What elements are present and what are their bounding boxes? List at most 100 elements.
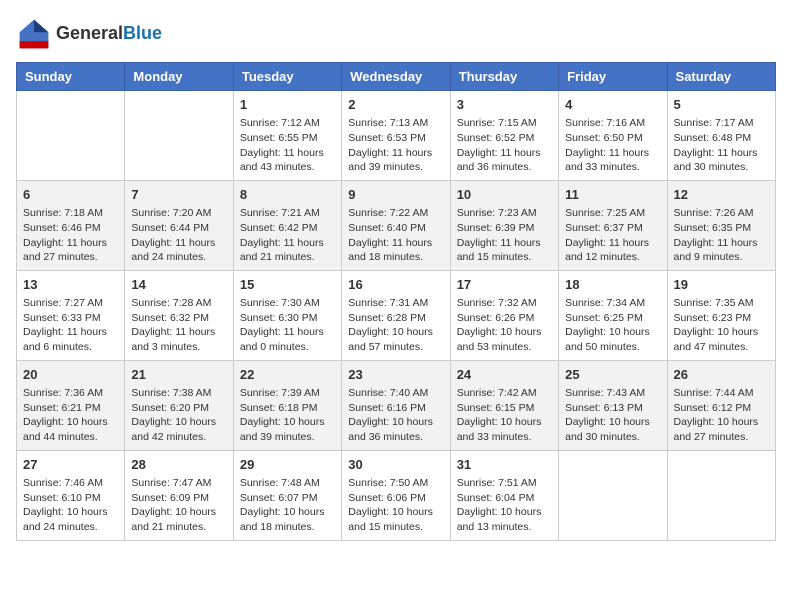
- day-number: 25: [565, 366, 660, 384]
- cell-content: Sunrise: 7:28 AM Sunset: 6:32 PM Dayligh…: [131, 296, 226, 355]
- day-number: 17: [457, 276, 552, 294]
- calendar-cell: 12 Sunrise: 7:26 AM Sunset: 6:35 PM Dayli…: [667, 180, 775, 270]
- cell-content: Sunrise: 7:43 AM Sunset: 6:13 PM Dayligh…: [565, 386, 660, 445]
- cell-content: Sunrise: 7:26 AM Sunset: 6:35 PM Dayligh…: [674, 206, 769, 265]
- day-number: 3: [457, 96, 552, 114]
- calendar-cell: 20Sunrise: 7:36 AM Sunset: 6:21 PM Dayli…: [17, 360, 125, 450]
- day-number: 7: [131, 186, 226, 204]
- calendar-cell: 3 Sunrise: 7:15 AM Sunset: 6:52 PM Daylig…: [450, 91, 558, 181]
- calendar-cell: [559, 450, 667, 540]
- calendar-week-2: 6Sunrise: 7:18 AM Sunset: 6:46 PM Daylig…: [17, 180, 776, 270]
- cell-content: Sunrise: 7:25 AM Sunset: 6:37 PM Dayligh…: [565, 206, 660, 265]
- calendar-cell: 1 Sunrise: 7:12 AM Sunset: 6:55 PM Daylig…: [233, 91, 341, 181]
- calendar-cell: 27 Sunrise: 7:46 AM Sunset: 6:10 PM Dayli…: [17, 450, 125, 540]
- calendar-cell: [667, 450, 775, 540]
- cell-content: Sunrise: 7:17 AM Sunset: 6:48 PM Dayligh…: [674, 116, 769, 175]
- cell-content: Sunrise: 7:44 AM Sunset: 6:12 PM Dayligh…: [674, 386, 769, 445]
- cell-content: Sunrise: 7:13 AM Sunset: 6:53 PM Dayligh…: [348, 116, 443, 175]
- day-number: 28: [131, 456, 226, 474]
- calendar-cell: 21Sunrise: 7:38 AM Sunset: 6:20 PM Dayli…: [125, 360, 233, 450]
- page-header: GeneralBlue: [16, 16, 776, 52]
- calendar-cell: 9 Sunrise: 7:22 AM Sunset: 6:40 PM Daylig…: [342, 180, 450, 270]
- calendar-cell: 4 Sunrise: 7:16 AM Sunset: 6:50 PM Daylig…: [559, 91, 667, 181]
- day-number: 6: [23, 186, 118, 204]
- day-number: 20: [23, 366, 118, 384]
- day-header-thursday: Thursday: [450, 63, 558, 91]
- day-number: 15: [240, 276, 335, 294]
- cell-content: Sunrise: 7:15 AM Sunset: 6:52 PM Dayligh…: [457, 116, 552, 175]
- cell-content: Sunrise: 7:31 AM Sunset: 6:28 PM Dayligh…: [348, 296, 443, 355]
- calendar-week-3: 13Sunrise: 7:27 AM Sunset: 6:33 PM Dayli…: [17, 270, 776, 360]
- cell-content: Sunrise: 7:12 AM Sunset: 6:55 PM Dayligh…: [240, 116, 335, 175]
- day-number: 4: [565, 96, 660, 114]
- cell-content: Sunrise: 7:34 AM Sunset: 6:25 PM Dayligh…: [565, 296, 660, 355]
- logo: GeneralBlue: [16, 16, 162, 52]
- calendar-cell: 31Sunrise: 7:51 AM Sunset: 6:04 PM Dayli…: [450, 450, 558, 540]
- calendar-week-5: 27 Sunrise: 7:46 AM Sunset: 6:10 PM Dayli…: [17, 450, 776, 540]
- calendar-week-1: 1 Sunrise: 7:12 AM Sunset: 6:55 PM Daylig…: [17, 91, 776, 181]
- calendar-cell: 26 Sunrise: 7:44 AM Sunset: 6:12 PM Dayli…: [667, 360, 775, 450]
- cell-content: Sunrise: 7:48 AM Sunset: 6:07 PM Dayligh…: [240, 476, 335, 535]
- day-number: 5: [674, 96, 769, 114]
- day-number: 19: [674, 276, 769, 294]
- day-number: 29: [240, 456, 335, 474]
- day-header-monday: Monday: [125, 63, 233, 91]
- calendar-cell: 15 Sunrise: 7:30 AM Sunset: 6:30 PM Dayli…: [233, 270, 341, 360]
- day-number: 11: [565, 186, 660, 204]
- calendar-cell: 2 Sunrise: 7:13 AM Sunset: 6:53 PM Daylig…: [342, 91, 450, 181]
- calendar-header-row: SundayMondayTuesdayWednesdayThursdayFrid…: [17, 63, 776, 91]
- cell-content: Sunrise: 7:50 AM Sunset: 6:06 PM Dayligh…: [348, 476, 443, 535]
- calendar-cell: 17 Sunrise: 7:32 AM Sunset: 6:26 PM Dayli…: [450, 270, 558, 360]
- day-number: 26: [674, 366, 769, 384]
- calendar-cell: [17, 91, 125, 181]
- calendar-cell: 24Sunrise: 7:42 AM Sunset: 6:15 PM Dayli…: [450, 360, 558, 450]
- cell-content: Sunrise: 7:47 AM Sunset: 6:09 PM Dayligh…: [131, 476, 226, 535]
- day-header-saturday: Saturday: [667, 63, 775, 91]
- calendar-cell: 10Sunrise: 7:23 AM Sunset: 6:39 PM Dayli…: [450, 180, 558, 270]
- calendar-cell: 22 Sunrise: 7:39 AM Sunset: 6:18 PM Dayli…: [233, 360, 341, 450]
- day-number: 22: [240, 366, 335, 384]
- calendar-cell: 11 Sunrise: 7:25 AM Sunset: 6:37 PM Dayli…: [559, 180, 667, 270]
- cell-content: Sunrise: 7:51 AM Sunset: 6:04 PM Dayligh…: [457, 476, 552, 535]
- day-number: 2: [348, 96, 443, 114]
- cell-content: Sunrise: 7:27 AM Sunset: 6:33 PM Dayligh…: [23, 296, 118, 355]
- cell-content: Sunrise: 7:42 AM Sunset: 6:15 PM Dayligh…: [457, 386, 552, 445]
- calendar-cell: [125, 91, 233, 181]
- day-number: 18: [565, 276, 660, 294]
- cell-content: Sunrise: 7:35 AM Sunset: 6:23 PM Dayligh…: [674, 296, 769, 355]
- day-header-friday: Friday: [559, 63, 667, 91]
- cell-content: Sunrise: 7:21 AM Sunset: 6:42 PM Dayligh…: [240, 206, 335, 265]
- day-number: 14: [131, 276, 226, 294]
- day-number: 12: [674, 186, 769, 204]
- day-number: 10: [457, 186, 552, 204]
- calendar-cell: 8Sunrise: 7:21 AM Sunset: 6:42 PM Daylig…: [233, 180, 341, 270]
- calendar-cell: 13Sunrise: 7:27 AM Sunset: 6:33 PM Dayli…: [17, 270, 125, 360]
- day-header-wednesday: Wednesday: [342, 63, 450, 91]
- cell-content: Sunrise: 7:20 AM Sunset: 6:44 PM Dayligh…: [131, 206, 226, 265]
- calendar-cell: 25 Sunrise: 7:43 AM Sunset: 6:13 PM Dayli…: [559, 360, 667, 450]
- day-number: 30: [348, 456, 443, 474]
- calendar-table: SundayMondayTuesdayWednesdayThursdayFrid…: [16, 62, 776, 541]
- day-number: 9: [348, 186, 443, 204]
- calendar-week-4: 20Sunrise: 7:36 AM Sunset: 6:21 PM Dayli…: [17, 360, 776, 450]
- day-number: 23: [348, 366, 443, 384]
- day-number: 16: [348, 276, 443, 294]
- cell-content: Sunrise: 7:38 AM Sunset: 6:20 PM Dayligh…: [131, 386, 226, 445]
- cell-content: Sunrise: 7:46 AM Sunset: 6:10 PM Dayligh…: [23, 476, 118, 535]
- calendar-cell: 7 Sunrise: 7:20 AM Sunset: 6:44 PM Daylig…: [125, 180, 233, 270]
- day-number: 1: [240, 96, 335, 114]
- calendar-cell: 19 Sunrise: 7:35 AM Sunset: 6:23 PM Dayli…: [667, 270, 775, 360]
- calendar-cell: 5 Sunrise: 7:17 AM Sunset: 6:48 PM Daylig…: [667, 91, 775, 181]
- calendar-cell: 6Sunrise: 7:18 AM Sunset: 6:46 PM Daylig…: [17, 180, 125, 270]
- cell-content: Sunrise: 7:30 AM Sunset: 6:30 PM Dayligh…: [240, 296, 335, 355]
- calendar-cell: 16 Sunrise: 7:31 AM Sunset: 6:28 PM Dayli…: [342, 270, 450, 360]
- logo-icon: [16, 16, 52, 52]
- calendar-cell: 14 Sunrise: 7:28 AM Sunset: 6:32 PM Dayli…: [125, 270, 233, 360]
- cell-content: Sunrise: 7:16 AM Sunset: 6:50 PM Dayligh…: [565, 116, 660, 175]
- cell-content: Sunrise: 7:39 AM Sunset: 6:18 PM Dayligh…: [240, 386, 335, 445]
- cell-content: Sunrise: 7:32 AM Sunset: 6:26 PM Dayligh…: [457, 296, 552, 355]
- day-header-sunday: Sunday: [17, 63, 125, 91]
- calendar-cell: 18 Sunrise: 7:34 AM Sunset: 6:25 PM Dayli…: [559, 270, 667, 360]
- day-number: 27: [23, 456, 118, 474]
- cell-content: Sunrise: 7:22 AM Sunset: 6:40 PM Dayligh…: [348, 206, 443, 265]
